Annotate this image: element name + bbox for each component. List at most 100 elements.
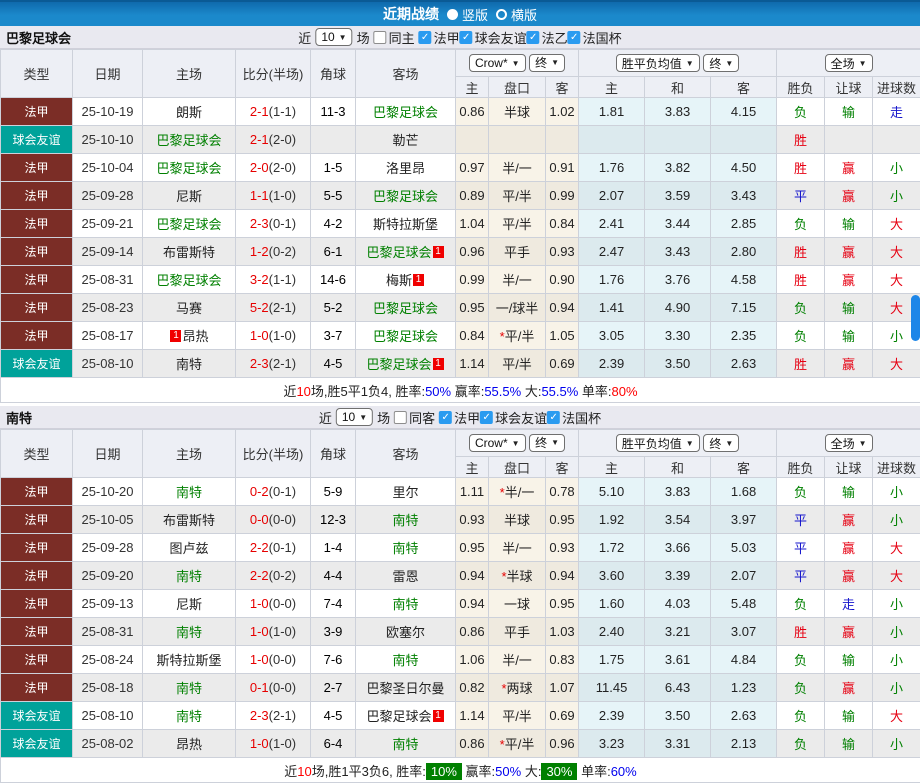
chevron-down-icon: ▼	[725, 59, 733, 68]
result-wdl: 负	[777, 294, 825, 322]
team-label: 图卢兹	[169, 541, 208, 556]
team-label: 昂热	[182, 329, 208, 344]
corners-cell: 4-4	[311, 562, 356, 590]
checkbox-checked-icon: ✓	[568, 31, 581, 44]
date-cell: 25-08-31	[73, 266, 143, 294]
date-cell: 25-09-21	[73, 210, 143, 238]
match-type-cell: 法甲	[1, 154, 73, 182]
handicap-cell: 平/半	[489, 182, 546, 210]
corners-cell: 3-9	[311, 618, 356, 646]
scope-select[interactable]: 全场▼	[825, 434, 873, 452]
asian-away-odds: 0.95	[546, 590, 579, 618]
odds-time-select[interactable]: 终▼	[529, 434, 565, 452]
date-cell: 25-09-28	[73, 182, 143, 210]
match-type-cell: 球会友谊	[1, 702, 73, 730]
match-row: 法甲25-08-18南特0-1(0-0)2-7巴黎圣日尔曼0.82*两球1.07…	[1, 674, 920, 702]
checkbox-league[interactable]: ✓法甲	[439, 408, 480, 427]
checkbox-league[interactable]: ✓法国杯	[568, 28, 622, 47]
home-team-cell: 马赛	[143, 294, 236, 322]
handicap-cell: *平/半	[489, 322, 546, 350]
avg-time-select[interactable]: 终▼	[703, 434, 739, 452]
radio-horizontal-layout[interactable]: 横版	[496, 5, 537, 24]
score-cell: 1-0(1-0)	[236, 618, 311, 646]
euro-home-odds: 2.41	[579, 210, 645, 238]
summary-segment: 单率:	[578, 384, 611, 399]
radio-vertical-layout[interactable]: 竖版	[447, 5, 488, 24]
corners-cell: 5-9	[311, 478, 356, 506]
checkbox-league[interactable]: ✓球会友谊	[460, 28, 527, 47]
chevron-down-icon: ▼	[686, 439, 694, 448]
asian-home-odds: 0.82	[456, 674, 489, 702]
summary-segment: 大:	[521, 764, 541, 779]
checkbox-same-venue[interactable]: 同主	[374, 28, 415, 47]
checkbox-league[interactable]: ✓法甲	[419, 28, 460, 47]
result-handicap: 赢	[825, 618, 873, 646]
date-cell: 25-08-10	[73, 702, 143, 730]
date-cell: 25-09-14	[73, 238, 143, 266]
asian-home-odds: 0.97	[456, 154, 489, 182]
avg-odds-select[interactable]: 胜平负均值▼	[616, 434, 700, 452]
asian-away-odds: 0.90	[546, 266, 579, 294]
team-label: 马赛	[176, 301, 202, 316]
checkbox-league[interactable]: ✓球会友谊	[480, 408, 547, 427]
result-wdl: 负	[777, 98, 825, 126]
result-wdl: 平	[777, 562, 825, 590]
summary-segment: 10	[297, 764, 311, 779]
team-label: 巴黎足球会	[366, 357, 431, 372]
corners-cell: 2-7	[311, 674, 356, 702]
odds-company-select[interactable]: Crow*▼	[469, 434, 526, 452]
match-count-select[interactable]: 10▼	[315, 28, 352, 46]
match-row: 法甲25-09-20南特2-2(0-2)4-4雷恩0.94*半球0.943.60…	[1, 562, 920, 590]
match-table-body: 法甲25-10-20南特0-2(0-1)5-9里尔1.11*半/一0.785.1…	[1, 478, 920, 758]
score-cell: 5-2(2-1)	[236, 294, 311, 322]
subcol-goals: 进球数	[873, 77, 920, 98]
team-label: 巴黎足球会	[366, 709, 431, 724]
scrollbar-thumb[interactable]	[911, 295, 920, 341]
team-label: 南特	[176, 569, 202, 584]
subcol-euro-draw: 和	[645, 77, 711, 98]
match-type-cell: 球会友谊	[1, 730, 73, 758]
asian-home-odds: 1.06	[456, 646, 489, 674]
score-cell: 2-3(2-1)	[236, 702, 311, 730]
home-team-cell: 斯特拉斯堡	[143, 646, 236, 674]
odds-time-select[interactable]: 终▼	[529, 54, 565, 72]
result-goals: 小	[873, 590, 920, 618]
team-label: 斯特拉斯堡	[373, 217, 438, 232]
match-count-select[interactable]: 10▼	[336, 408, 373, 426]
team-section-header: 巴黎足球会 近 10▼ 场 同主 ✓法甲✓球会友谊✓法乙✓法国杯	[0, 26, 920, 49]
home-team-cell: 南特	[143, 350, 236, 378]
result-wdl: 负	[777, 646, 825, 674]
match-type-cell: 法甲	[1, 182, 73, 210]
handicap-cell: *两球	[489, 674, 546, 702]
home-team-cell: 南特	[143, 562, 236, 590]
avg-odds-select[interactable]: 胜平负均值▼	[616, 54, 700, 72]
league-label: 球会友谊	[475, 28, 527, 47]
scope-select[interactable]: 全场▼	[825, 54, 873, 72]
checkbox-league[interactable]: ✓法国杯	[547, 408, 601, 427]
team-label: 南特	[392, 737, 418, 752]
date-cell: 25-08-10	[73, 350, 143, 378]
odds-company-select[interactable]: Crow*▼	[469, 54, 526, 72]
league-label: 法甲	[454, 408, 480, 427]
checkbox-same-venue[interactable]: 同客	[394, 408, 435, 427]
result-wdl: 胜	[777, 238, 825, 266]
score-cell: 2-3(2-1)	[236, 350, 311, 378]
subcol-asian-away: 客	[546, 457, 579, 478]
asian-home-odds: 0.95	[456, 294, 489, 322]
summary-segment: 赢率:	[451, 384, 484, 399]
avg-time-select[interactable]: 终▼	[703, 54, 739, 72]
result-goals: 大	[873, 210, 920, 238]
euro-home-odds: 1.75	[579, 646, 645, 674]
match-type-cell: 法甲	[1, 590, 73, 618]
away-team-cell: 南特	[356, 646, 456, 674]
euro-away-odds: 5.48	[711, 590, 777, 618]
home-team-cell: 巴黎足球会	[143, 154, 236, 182]
asian-away-odds: 0.69	[546, 702, 579, 730]
date-cell: 25-08-24	[73, 646, 143, 674]
checkbox-league[interactable]: ✓法乙	[527, 28, 568, 47]
match-type-cell: 法甲	[1, 266, 73, 294]
match-row: 法甲25-09-28尼斯1-1(1-0)5-5巴黎足球会0.89平/半0.992…	[1, 182, 920, 210]
asian-home-odds: 0.95	[456, 534, 489, 562]
col-corners: 角球	[311, 50, 356, 98]
team-section: 巴黎足球会 近 10▼ 场 同主 ✓法甲✓球会友谊✓法乙✓法国杯 类型 日期 主	[0, 26, 920, 403]
